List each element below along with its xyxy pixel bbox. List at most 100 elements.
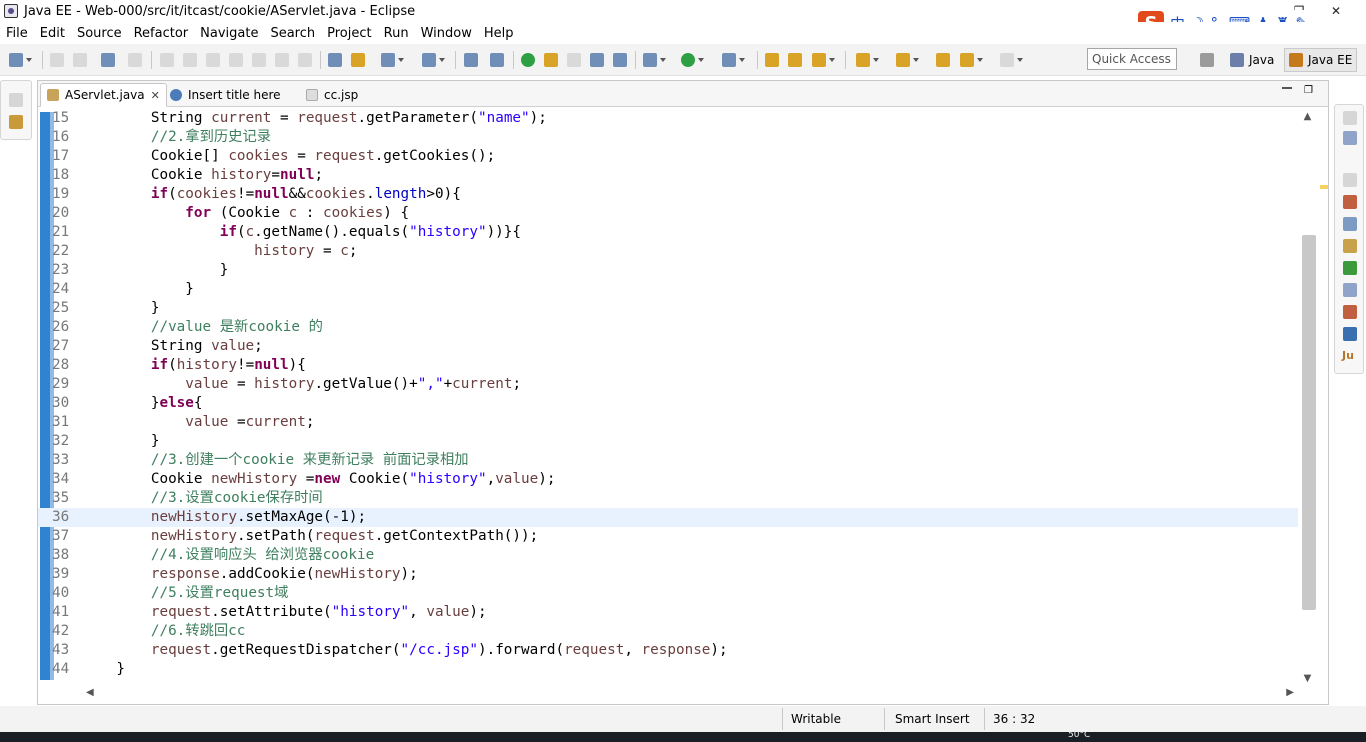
scroll-left-icon[interactable]: ◀ <box>86 687 94 698</box>
quick-access-input[interactable]: Quick Access <box>1087 48 1177 70</box>
servers-icon[interactable] <box>1343 239 1357 253</box>
code-text[interactable]: value =current; <box>82 413 314 432</box>
search-pin-icon[interactable] <box>521 53 535 67</box>
code-text[interactable]: //2.拿到历史记录 <box>82 128 271 147</box>
code-text[interactable]: //5.设置request域 <box>82 584 289 603</box>
suspend-icon[interactable] <box>183 53 197 67</box>
step-into-icon[interactable] <box>252 53 266 67</box>
code-text[interactable]: if(history!=null){ <box>82 356 306 375</box>
external-tools-icon[interactable] <box>722 53 745 67</box>
code-line[interactable]: 18 Cookie history=null; <box>38 166 1298 185</box>
code-text[interactable]: //3.设置cookie保存时间 <box>82 489 323 508</box>
code-text[interactable]: response.addCookie(newHistory); <box>82 565 418 584</box>
code-text[interactable]: request.getRequestDispatcher("/cc.jsp").… <box>82 641 728 660</box>
menu-file[interactable]: File <box>0 26 34 41</box>
code-text[interactable]: Cookie[] cookies = request.getCookies(); <box>82 147 495 166</box>
code-text[interactable]: for (Cookie c : cookies) { <box>82 204 409 223</box>
code-line[interactable]: 29 value = history.getValue()+","+curren… <box>38 375 1298 394</box>
previous-annotation-icon[interactable] <box>896 53 919 67</box>
code-line[interactable]: 27 String value; <box>38 337 1298 356</box>
tab-cc-jsp[interactable]: cc.jsp <box>300 83 364 107</box>
code-line[interactable]: 40 //5.设置request域 <box>38 584 1298 603</box>
maximize-editor-icon[interactable]: ❐ <box>1304 85 1313 96</box>
run-icon[interactable] <box>681 53 704 67</box>
code-text[interactable]: if(c.getName().equals("history"))}{ <box>82 223 521 242</box>
menu-search[interactable]: Search <box>264 26 321 41</box>
console-icon[interactable] <box>101 53 115 67</box>
new-icon[interactable] <box>9 53 32 67</box>
code-line[interactable]: 24 } <box>38 280 1298 299</box>
tab-aservlet-java[interactable]: AServlet.java ✕ <box>40 83 167 107</box>
code-text[interactable]: }else{ <box>82 394 203 413</box>
code-text[interactable]: } <box>82 280 194 299</box>
code-text[interactable]: } <box>82 299 160 318</box>
overview-marker[interactable] <box>1320 185 1328 189</box>
save-all-icon[interactable] <box>73 53 87 67</box>
horizontal-scrollbar[interactable]: ◀ ▶ <box>82 686 1298 702</box>
minimize-editor-icon[interactable] <box>1282 87 1292 89</box>
open-type-icon[interactable] <box>765 53 779 67</box>
menu-refactor[interactable]: Refactor <box>128 26 195 41</box>
show-whitespace-icon[interactable] <box>613 53 627 67</box>
code-line[interactable]: 17 Cookie[] cookies = request.getCookies… <box>38 147 1298 166</box>
code-text[interactable]: history = c; <box>82 242 357 261</box>
open-perspective-button[interactable] <box>1196 48 1218 72</box>
code-text[interactable]: //3.创建一个cookie 来更新记录 前面记录相加 <box>82 451 469 470</box>
code-text[interactable]: value = history.getValue()+","+current; <box>82 375 521 394</box>
code-text[interactable]: Cookie newHistory =new Cookie("history",… <box>82 470 556 489</box>
scroll-up-icon[interactable]: ▲ <box>1302 111 1313 122</box>
restore-icon[interactable] <box>9 93 23 107</box>
web-browser-icon[interactable] <box>464 53 478 67</box>
code-line[interactable]: 20 for (Cookie c : cookies) { <box>38 204 1298 223</box>
code-line[interactable]: 36 newHistory.setMaxAge(-1); <box>38 508 1298 527</box>
code-text[interactable]: newHistory.setMaxAge(-1); <box>82 508 366 527</box>
pen-icon[interactable] <box>544 53 558 67</box>
java-ee-tools-icon[interactable] <box>490 53 504 67</box>
open-task-icon[interactable] <box>788 53 802 67</box>
servers-icon[interactable] <box>328 53 342 67</box>
terminate-icon[interactable] <box>206 53 220 67</box>
code-area[interactable]: 15 String current = request.getParameter… <box>38 109 1298 689</box>
menu-window[interactable]: Window <box>415 26 478 41</box>
code-text[interactable]: //6.转跳回cc <box>82 622 246 641</box>
console-icon[interactable] <box>1343 327 1357 341</box>
code-line[interactable]: 34 Cookie newHistory =new Cookie("histor… <box>38 470 1298 489</box>
code-line[interactable]: 15 String current = request.getParameter… <box>38 109 1298 128</box>
debug-icon[interactable] <box>643 53 666 67</box>
problems-icon[interactable] <box>1343 305 1357 319</box>
snippets-icon[interactable] <box>1343 283 1357 297</box>
step-return-icon[interactable] <box>298 53 312 67</box>
search-icon[interactable] <box>812 53 835 67</box>
code-line[interactable]: 44 } <box>38 660 1298 679</box>
step-over-icon[interactable] <box>275 53 289 67</box>
restore-icon[interactable] <box>1343 111 1357 125</box>
overview-ruler[interactable] <box>1318 109 1328 687</box>
toggle-block-icon[interactable] <box>590 53 604 67</box>
menu-run[interactable]: Run <box>378 26 415 41</box>
deploy-icon[interactable] <box>351 53 365 67</box>
code-line[interactable]: 39 response.addCookie(newHistory); <box>38 565 1298 584</box>
code-line[interactable]: 37 newHistory.setPath(request.getContext… <box>38 527 1298 546</box>
restore-icon[interactable] <box>1343 173 1357 187</box>
code-text[interactable]: Cookie history=null; <box>82 166 323 185</box>
properties-icon[interactable] <box>1343 217 1357 231</box>
forward-icon[interactable] <box>1000 53 1023 67</box>
code-text[interactable]: String current = request.getParameter("n… <box>82 109 547 128</box>
code-line[interactable]: 23 } <box>38 261 1298 280</box>
perspective-java[interactable]: Java <box>1226 48 1278 72</box>
menu-source[interactable]: Source <box>71 26 128 41</box>
menu-edit[interactable]: Edit <box>34 26 71 41</box>
new-class-icon[interactable] <box>422 53 445 67</box>
code-text[interactable]: } <box>82 261 229 280</box>
code-line[interactable]: 31 value =current; <box>38 413 1298 432</box>
code-text[interactable]: } <box>82 432 160 451</box>
code-line[interactable]: 28 if(history!=null){ <box>38 356 1298 375</box>
code-line[interactable]: 26 //value 是新cookie 的 <box>38 318 1298 337</box>
tab-insert-title-here[interactable]: Insert title here <box>164 83 287 107</box>
save-icon[interactable] <box>50 53 64 67</box>
outline-icon[interactable] <box>1343 131 1357 145</box>
package-explorer-icon[interactable] <box>9 115 23 129</box>
code-line[interactable]: 42 //6.转跳回cc <box>38 622 1298 641</box>
code-text[interactable]: } <box>82 660 125 679</box>
skip-breakpoints-icon[interactable] <box>128 53 142 67</box>
